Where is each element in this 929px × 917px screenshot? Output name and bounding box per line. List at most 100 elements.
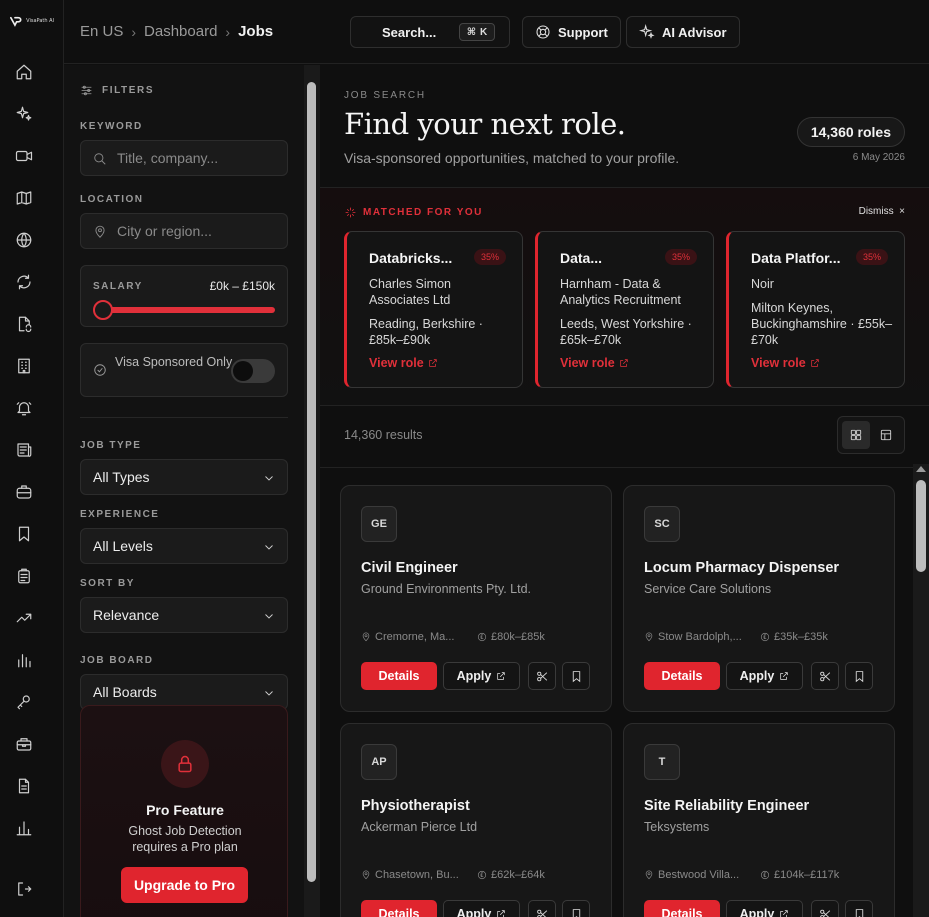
job-title[interactable]: Civil Engineer (361, 560, 458, 576)
details-button[interactable]: Details (361, 900, 437, 917)
experience-select[interactable]: All Levels (80, 528, 288, 564)
job-location: Chasetown, Bu... (361, 869, 459, 881)
pound-coin-icon (760, 632, 770, 642)
main-content: JOB SEARCH Find your next role. Visa-spo… (320, 65, 929, 917)
details-button[interactable]: Details (644, 900, 720, 917)
bell-icon[interactable] (14, 398, 34, 418)
job-card[interactable]: AP Physiotherapist Ackerman Pierce Ltd C… (340, 723, 612, 917)
apply-button[interactable]: Apply (443, 662, 520, 690)
job-board-value: All Boards (93, 684, 157, 700)
logo-text: VisaPath AI (26, 18, 54, 24)
map-pin-icon (645, 870, 653, 880)
view-role-link[interactable]: View role (369, 356, 438, 370)
job-location-text: Stow Bardolph,... (658, 631, 742, 643)
chevron-down-icon (265, 614, 273, 619)
file-text-icon[interactable] (14, 776, 34, 796)
job-title[interactable]: Site Reliability Engineer (644, 798, 809, 814)
breadcrumb-dashboard[interactable]: Dashboard (144, 23, 217, 40)
support-button[interactable]: Support (522, 16, 621, 48)
location-input[interactable]: City or region... (80, 213, 288, 249)
filters-scrollbar-thumb[interactable] (307, 82, 316, 882)
matched-job-title: Data Platfor... (751, 250, 841, 266)
key-icon[interactable] (14, 692, 34, 712)
apply-label: Apply (739, 907, 775, 917)
hide-job-button[interactable] (811, 900, 839, 917)
matched-heading: MATCHED FOR YOU (344, 206, 483, 219)
hide-job-button[interactable] (528, 662, 556, 690)
apply-button[interactable]: Apply (443, 900, 520, 917)
view-role-link[interactable]: View role (560, 356, 629, 370)
video-icon[interactable] (14, 146, 34, 166)
scissors-icon (819, 671, 830, 681)
chevron-right-icon: › (131, 23, 137, 40)
details-button[interactable]: Details (361, 662, 437, 690)
job-company: Ackerman Pierce Ltd (361, 820, 478, 834)
bar-chart-small-icon[interactable] (14, 818, 34, 838)
search-button[interactable]: Search... ⌘ K (350, 16, 510, 48)
globe-icon[interactable] (14, 230, 34, 250)
apply-button[interactable]: Apply (726, 900, 803, 917)
matched-company: Harnham - Data & Analytics Recruitment (560, 277, 681, 307)
lock-badge (161, 740, 209, 788)
job-card[interactable]: SC Locum Pharmacy Dispenser Service Care… (623, 485, 895, 712)
job-type-select[interactable]: All Types (80, 459, 288, 495)
save-job-button[interactable] (562, 900, 590, 917)
save-job-button[interactable] (845, 900, 873, 917)
upgrade-button[interactable]: Upgrade to Pro (121, 867, 248, 903)
matched-card[interactable]: Databricks... 35% Charles Simon Associat… (344, 231, 523, 388)
clipboard-icon[interactable] (14, 566, 34, 586)
job-salary-text: £62k–£64k (491, 869, 545, 881)
job-title[interactable]: Physiotherapist (361, 798, 470, 814)
visa-sponsored-toggle[interactable] (231, 359, 275, 383)
scroll-up-arrow-icon[interactable] (916, 466, 926, 472)
dismiss-button[interactable]: Dismiss × (859, 206, 905, 217)
home-icon[interactable] (14, 62, 34, 82)
job-board-label: JOB BOARD (80, 655, 154, 666)
logout-icon[interactable] (14, 879, 34, 899)
building-icon[interactable] (14, 356, 34, 376)
toolbox-icon[interactable] (14, 734, 34, 754)
app-logo[interactable]: VisaPath AI (10, 11, 54, 31)
sparkles-icon[interactable] (14, 104, 34, 124)
document-sync-icon[interactable] (14, 314, 34, 334)
table-view-button[interactable] (872, 421, 900, 449)
salary-slider-handle[interactable] (93, 300, 113, 320)
results-scrollbar-thumb[interactable] (916, 480, 926, 572)
apply-label: Apply (456, 669, 492, 683)
hide-job-button[interactable] (811, 662, 839, 690)
refresh-icon[interactable] (14, 272, 34, 292)
grid-view-button[interactable] (842, 421, 870, 449)
matched-card[interactable]: Data Platfor... 35% Noir Milton Keynes, … (726, 231, 905, 388)
job-salary-text: £80k–£85k (491, 631, 545, 643)
sort-by-select[interactable]: Relevance (80, 597, 288, 633)
apply-label: Apply (739, 669, 775, 683)
briefcase-icon[interactable] (14, 482, 34, 502)
hide-job-button[interactable] (528, 900, 556, 917)
scissors-icon (819, 909, 830, 917)
job-card[interactable]: GE Civil Engineer Ground Environments Pt… (340, 485, 612, 712)
job-title[interactable]: Locum Pharmacy Dispenser (644, 560, 839, 576)
current-date: 6 May 2026 (852, 152, 905, 163)
ai-advisor-button[interactable]: AI Advisor (626, 16, 740, 48)
newspaper-icon[interactable] (14, 440, 34, 460)
save-job-button[interactable] (562, 662, 590, 690)
job-card[interactable]: T Site Reliability Engineer Teksystems B… (623, 723, 895, 917)
keyword-input[interactable]: Title, company... (80, 140, 288, 176)
view-role-link[interactable]: View role (751, 356, 820, 370)
keyword-label: KEYWORD (80, 121, 143, 132)
job-location-text: Chasetown, Bu... (375, 869, 459, 881)
map-icon[interactable] (14, 188, 34, 208)
bookmark-icon[interactable] (14, 524, 34, 544)
breadcrumb-locale[interactable]: En US (80, 23, 123, 40)
filters-panel: FILTERS KEYWORD Title, company... LOCATI… (64, 65, 304, 917)
save-job-button[interactable] (845, 662, 873, 690)
matched-job-title: Data... (560, 250, 603, 266)
details-button[interactable]: Details (644, 662, 720, 690)
experience-label: EXPERIENCE (80, 509, 160, 520)
matched-card[interactable]: Data... 35% Harnham - Data & Analytics R… (535, 231, 714, 388)
apply-button[interactable]: Apply (726, 662, 803, 690)
company-avatar: AP (361, 744, 397, 780)
bar-chart-icon[interactable] (14, 650, 34, 670)
salary-slider-track[interactable] (101, 307, 275, 313)
trending-up-icon[interactable] (14, 608, 34, 628)
